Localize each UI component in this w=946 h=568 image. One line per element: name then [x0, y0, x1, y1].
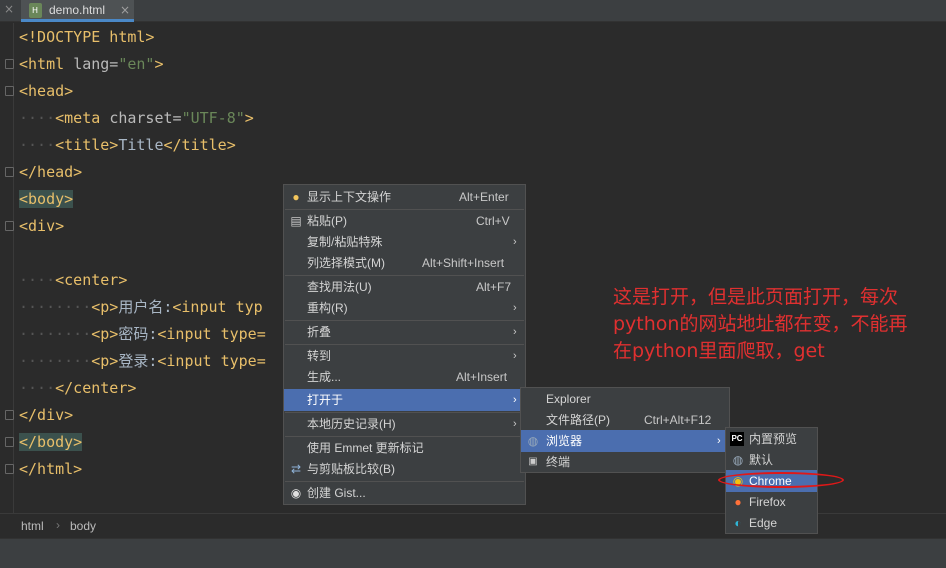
context-menu: ● 显示上下文操作 Alt+Enter ▤ 粘贴(P) Ctrl+V 复制/粘贴… [283, 184, 526, 505]
terminal-icon: ▣ [528, 456, 538, 467]
menu-item-emmet-update[interactable]: 使用 Emmet 更新标记 [284, 437, 525, 459]
code-line: ········<p>登录:<input type= [19, 352, 266, 370]
chevron-right-icon: › [513, 302, 517, 314]
open-in-submenu: Explorer 文件路径(P) Ctrl+Alt+F12 ◍ 浏览器 › ▣ … [520, 387, 730, 473]
tab-demo-html[interactable]: demo.html × [21, 0, 134, 22]
highlight-ellipse [718, 472, 844, 488]
fold-marker[interactable] [5, 437, 14, 447]
editor-tab-bar: × demo.html × [0, 0, 946, 22]
menu-item-browser[interactable]: ◍ 浏览器 › [521, 430, 729, 452]
code-line: <!DOCTYPE html> [19, 28, 155, 46]
chevron-right-icon: › [513, 350, 517, 362]
code-line: </head> [19, 163, 83, 181]
code-line: ····<meta charset="UTF-8"> [19, 109, 254, 127]
menu-item-firefox[interactable]: ● Firefox [726, 491, 817, 513]
code-line: <head> [19, 82, 74, 100]
menu-item-default-browser[interactable]: ◍ 默认 [726, 449, 817, 471]
tab-close-icon[interactable]: × [120, 3, 130, 17]
close-icon[interactable]: × [4, 2, 14, 16]
breadcrumb-body[interactable]: body [70, 519, 96, 533]
code-line: ········<p>用户名:<input typ [19, 298, 263, 316]
fold-marker[interactable] [5, 221, 14, 231]
fold-marker[interactable] [5, 59, 14, 69]
menu-item-generate[interactable]: 生成... Alt+Insert [284, 366, 525, 388]
menu-item-explorer[interactable]: Explorer [521, 388, 729, 410]
globe-icon: ◍ [732, 453, 744, 467]
menu-item-create-gist[interactable]: ◉ 创建 Gist... [284, 482, 525, 504]
compare-icon: ⇄ [290, 462, 302, 476]
chevron-right-icon: › [717, 435, 721, 447]
menu-item-find-usages[interactable]: 查找用法(U) Alt+F7 [284, 276, 525, 298]
annotation-line: 在python里面爬取，get [613, 340, 825, 362]
code-line: <div> [19, 217, 65, 235]
html-file-icon [29, 3, 42, 18]
menu-item-builtin-preview[interactable]: PC 内置预览 [726, 428, 817, 450]
globe-icon: ◍ [527, 434, 539, 448]
github-icon: ◉ [290, 486, 302, 500]
menu-item-open-in[interactable]: 打开于 › [284, 389, 525, 411]
menu-item-copy-paste-special[interactable]: 复制/粘贴特殊 › [284, 231, 525, 253]
code-line: <html lang="en"> [19, 55, 164, 73]
menu-item-column-selection[interactable]: 列选择模式(M) Alt+Shift+Insert [284, 252, 525, 274]
code-line: <body> [19, 190, 74, 208]
lightbulb-icon: ● [292, 190, 300, 204]
code-line: ····<center> [19, 271, 128, 289]
fold-marker[interactable] [5, 464, 14, 474]
tab-filename: demo.html [49, 3, 106, 17]
fold-marker[interactable] [5, 167, 14, 177]
fold-marker[interactable] [5, 86, 14, 96]
code-line: </body> [19, 433, 83, 451]
edge-icon: ◐ [734, 516, 742, 530]
breadcrumb-html[interactable]: html [21, 519, 44, 533]
chevron-right-icon: › [513, 326, 517, 338]
chevron-right-icon: › [513, 236, 517, 248]
code-line: ····</center> [19, 379, 137, 397]
annotation-line: python的网站地址都在变，不能再 [613, 313, 908, 335]
annotation-line: 这是打开，但是此页面打开，每次 [613, 286, 899, 308]
code-line: ········<p>密码:<input type= [19, 325, 266, 343]
menu-item-paste[interactable]: ▤ 粘贴(P) Ctrl+V [284, 210, 525, 232]
pycharm-icon: PC [730, 432, 744, 446]
annotation-note: 这是打开，但是此页面打开，每次 python的网站地址都在变，不能再 在pyth… [613, 284, 943, 365]
firefox-icon: ● [734, 495, 742, 509]
status-bar [0, 538, 946, 568]
menu-item-show-context-actions[interactable]: ● 显示上下文操作 Alt+Enter [284, 186, 525, 208]
menu-item-edge[interactable]: ◐ Edge [726, 512, 817, 534]
menu-item-refactor[interactable]: 重构(R) › [284, 297, 525, 319]
chevron-right-icon: › [513, 418, 517, 430]
chevron-right-icon: › [513, 394, 517, 406]
menu-item-compare-clipboard[interactable]: ⇄ 与剪贴板比较(B) [284, 458, 525, 480]
menu-item-terminal[interactable]: ▣ 终端 [521, 451, 729, 473]
clipboard-icon: ▤ [290, 214, 302, 228]
code-line: </div> [19, 406, 74, 424]
fold-marker[interactable] [5, 410, 14, 420]
code-line: ····<title>Title</title> [19, 136, 236, 154]
breadcrumb-separator: › [56, 518, 60, 532]
code-line: </html> [19, 460, 83, 478]
menu-item-local-history[interactable]: 本地历史记录(H) › [284, 413, 525, 435]
menu-item-folding[interactable]: 折叠 › [284, 321, 525, 343]
menu-item-goto[interactable]: 转到 › [284, 345, 525, 367]
menu-item-file-path[interactable]: 文件路径(P) Ctrl+Alt+F12 [521, 409, 729, 431]
